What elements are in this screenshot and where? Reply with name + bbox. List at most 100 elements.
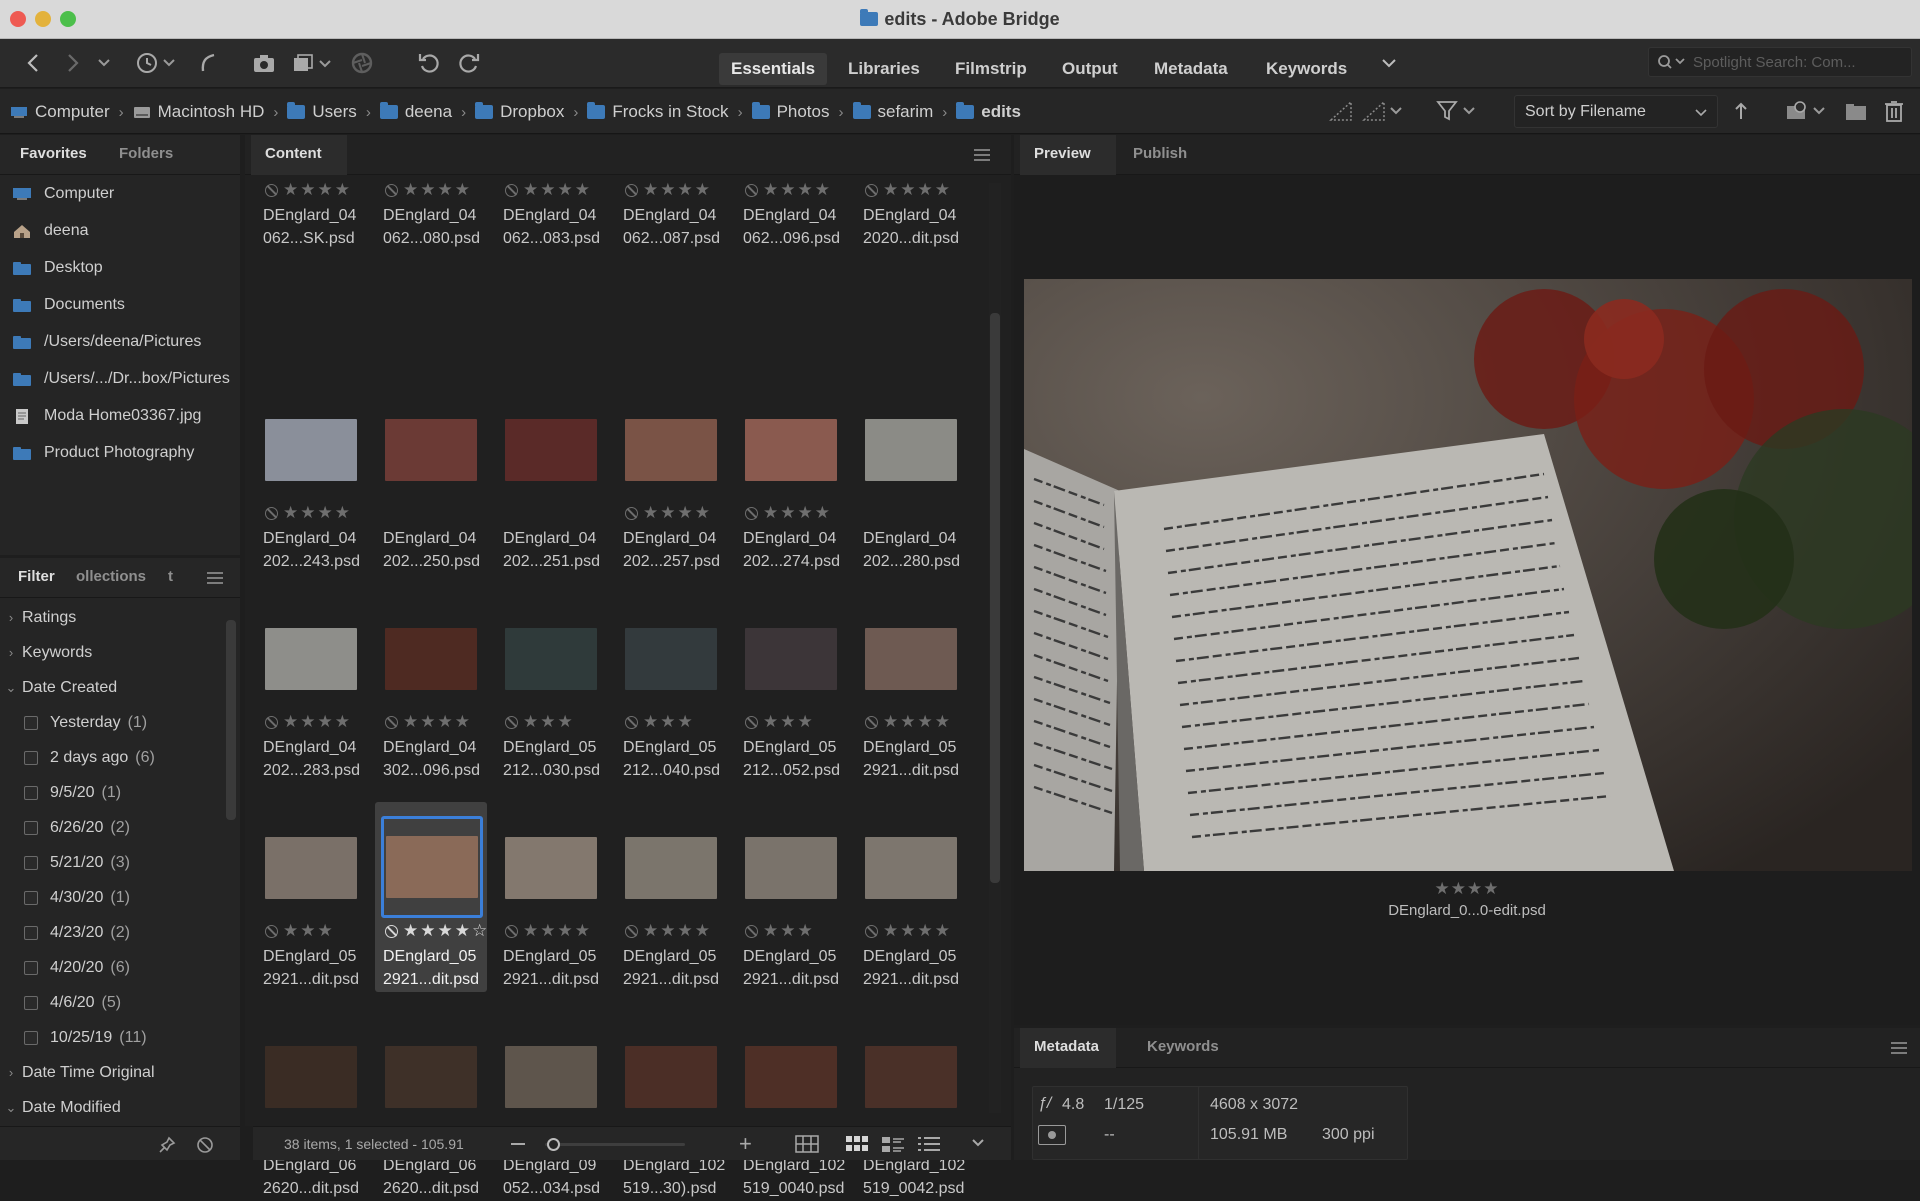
thumbnail-frame[interactable] [623,1029,719,1125]
star-icon[interactable]: ★ [678,921,693,941]
star-icon[interactable]: ★ [918,180,933,200]
reject-icon[interactable] [385,183,398,197]
thumbnail-item[interactable]: ★ ★ ★ ★ DEnglard_04 202...243.psd [255,384,367,574]
thumbnail-item[interactable]: ★★★★DEnglard_102519_0040.psd [735,1011,847,1201]
favorite-item[interactable]: Product Photography [0,434,238,471]
slider-handle[interactable] [547,1138,560,1151]
thumbnail-frame[interactable] [863,1029,959,1125]
thumbnail-item[interactable]: ★ ★ ★ DEnglard_05 212...040.psd [615,593,727,783]
thumbnail-frame[interactable] [743,611,839,707]
thumbnail-item[interactable]: ★★★★DEnglard_102519_0042.psd [855,1011,967,1201]
view-details-button[interactable] [881,1134,905,1154]
thumbnail-frame[interactable] [863,611,959,707]
star-icon[interactable]: ★ [935,712,950,732]
filter-date-option[interactable]: 5/21/20 (3) [0,845,226,880]
thumbnail-item[interactable]: DEnglard_09 052...034.psd [495,1011,607,1201]
view-list-button[interactable] [917,1134,941,1154]
star-icon[interactable]: ★ [300,503,315,523]
star-icon[interactable]: ★ [678,180,693,200]
star-icon[interactable]: ★ [798,503,813,523]
star-empty-icon[interactable]: ☆ [472,921,487,941]
reject-icon[interactable] [505,183,518,197]
close-window-button[interactable] [10,11,26,27]
filter-checkbox[interactable] [24,925,38,940]
reject-icon[interactable] [265,715,278,729]
rating-stars[interactable]: ★★★★ [745,503,830,523]
filter-date-option[interactable]: 4/30/20 (1) [0,880,226,915]
star-icon[interactable]: ★ [575,921,590,941]
filter-date-option[interactable]: 4/23/20 (2) [0,915,226,950]
star-icon[interactable]: ★ [318,921,333,941]
rating-stars[interactable]: ★ ★ ★ [265,921,333,941]
filter-date-option[interactable]: 4/6/20 (5) [0,985,226,1020]
star-icon[interactable]: ★ [455,712,470,732]
star-icon[interactable]: ★ [335,503,350,523]
star-icon[interactable]: ★ [883,921,898,941]
favorite-item[interactable]: /Users/deena/Pictures [0,323,238,360]
spotlight-search-field[interactable]: Spotlight Search: Com... [1648,47,1912,77]
star-icon[interactable]: ★ [695,503,710,523]
star-icon[interactable]: ★ [420,921,435,941]
star-icon[interactable]: ★ [678,712,693,732]
thumbnail-item[interactable]: DEnglard_04 202...280.psd [855,384,967,574]
preview-image[interactable] [1024,279,1912,871]
thumbnail-item[interactable]: ★ ★ ★ ★ DEnglard_04 302...096.psd [375,593,487,783]
filter-date-option[interactable]: 6/26/20 (2) [0,810,226,845]
thumbnail-item[interactable]: ★ ★ ★ DEnglard_05 2921...dit.psd [255,802,367,992]
star-icon[interactable]: ★ [695,180,710,200]
zoom-out-button[interactable] [511,1143,525,1145]
filter-items-button[interactable] [1434,95,1480,127]
rating-stars[interactable]: ★★★★ [385,180,470,199]
tab-folders[interactable]: Folders [119,145,173,162]
filter-scrollbar[interactable] [226,620,236,820]
star-icon[interactable]: ★ [660,921,675,941]
zoom-window-button[interactable] [60,11,76,27]
sort-direction-button[interactable] [1730,95,1752,127]
content-scrollbar-thumb[interactable] [990,313,1000,883]
view-thumbnails-button[interactable] [845,1134,869,1154]
thumbnail-item[interactable]: ★ ★ ★ DEnglard_05 212...052.psd [735,593,847,783]
minimize-window-button[interactable] [35,11,51,27]
thumbnail-item[interactable]: DEnglard_04 202...251.psd [495,384,607,574]
lock-grid-button[interactable] [795,1134,819,1154]
thumbnail-item[interactable]: ★★★★DEnglard_062620...dit.psd [255,1011,367,1201]
filter-date-option[interactable]: 10/25/19 (11) [0,1020,226,1055]
open-recent-button[interactable] [1784,95,1830,127]
star-icon[interactable]: ★ [643,180,658,200]
filter-section-ratings[interactable]: › Ratings [0,600,226,635]
workspace-tab-keywords[interactable]: Keywords [1254,53,1359,85]
rating-stars[interactable]: ★ ★ ★ [745,712,813,731]
thumbnail-item[interactable]: ★ ★ ★ ★ DEnglard_04 062...080.psd [375,61,487,251]
view-options-button[interactable] [971,1138,985,1148]
delete-button[interactable] [1880,95,1908,127]
tab-collections[interactable]: ollections [76,568,146,585]
star-icon[interactable]: ★ [420,712,435,732]
star-icon[interactable]: ★ [523,712,538,732]
star-icon[interactable]: ★ [335,180,350,200]
filter-checkbox[interactable] [24,960,38,975]
sort-dropdown[interactable]: Sort by Filename [1514,95,1718,128]
reject-icon[interactable] [625,183,638,197]
preview-rating[interactable]: ★★★★ [1014,879,1920,899]
thumbnail-item[interactable]: ★ ★ ★ ★ DEnglard_04 202...274.psd [735,384,847,574]
reject-icon[interactable] [745,715,758,729]
reject-icon[interactable] [385,715,398,729]
thumbnail-size-slider[interactable] [545,1138,685,1151]
star-icon[interactable]: ★ [763,503,778,523]
zoom-in-button[interactable]: + [739,1131,752,1157]
keep-filter-button[interactable] [158,1136,176,1154]
favorite-item[interactable]: /Users/.../Dr...box/Pictures [0,360,238,397]
filter-checkbox[interactable] [24,1030,38,1045]
rating-stars[interactable]: ★★★★ [265,180,350,200]
breadcrumb-item[interactable]: Macintosh HD [133,102,264,122]
new-folder-button[interactable] [1842,95,1870,127]
thumbnail-frame[interactable] [263,820,359,916]
rating-stars[interactable]: ★ ★ ★ [625,712,693,732]
thumbnail-item[interactable]: ★ ★ ★ ★ DEnglard_04 202...257.psd [615,384,727,574]
tab-metadata[interactable]: Metadata [1034,1038,1099,1055]
thumbnail-frame[interactable] [503,820,599,916]
reject-icon[interactable] [265,183,278,197]
filter-checkbox[interactable] [24,890,38,905]
star-icon[interactable]: ★ [283,503,298,523]
tab-favorites[interactable]: Favorites [20,145,87,162]
